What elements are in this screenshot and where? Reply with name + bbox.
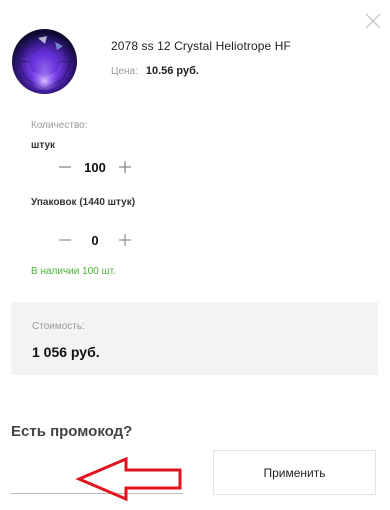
pack-increment-button[interactable] <box>117 232 133 248</box>
promo-code-input[interactable] <box>11 452 183 494</box>
cost-value: 1 056 руб. <box>32 344 100 360</box>
unit-increment-button[interactable] <box>117 159 133 175</box>
plus-icon <box>119 234 131 246</box>
apply-promo-button[interactable]: Применить <box>213 450 376 495</box>
pack-quantity-input[interactable] <box>73 232 117 248</box>
product-image <box>11 28 78 95</box>
close-button[interactable] <box>364 12 382 30</box>
stock-status: В наличии 100 шт. <box>31 266 116 277</box>
cost-panel: Стоимость: 1 056 руб. <box>11 302 378 375</box>
unit-quantity-input[interactable] <box>73 159 117 175</box>
pack-quantity-stepper <box>57 232 133 248</box>
pack-label: Упаковок (1440 штук) <box>31 197 136 208</box>
minus-icon <box>59 239 71 241</box>
minus-icon <box>59 166 71 168</box>
plus-icon <box>119 161 131 173</box>
price-value: 10.56 руб. <box>145 65 199 77</box>
unit-quantity-stepper <box>57 159 133 175</box>
product-name: 2078 ss 12 Crystal Heliotrope HF <box>111 39 291 53</box>
pack-decrement-button[interactable] <box>57 232 73 248</box>
price-row: Цена: 10.56 руб. <box>111 65 199 77</box>
close-icon <box>365 13 381 29</box>
promo-title: Есть промокод? <box>11 423 133 440</box>
crystal-image <box>12 29 77 94</box>
price-label: Цена: <box>111 66 138 77</box>
quantity-title: Количество: <box>31 120 88 131</box>
unit-label: штук <box>31 140 56 151</box>
cost-label: Стоимость: <box>32 321 85 332</box>
unit-decrement-button[interactable] <box>57 159 73 175</box>
